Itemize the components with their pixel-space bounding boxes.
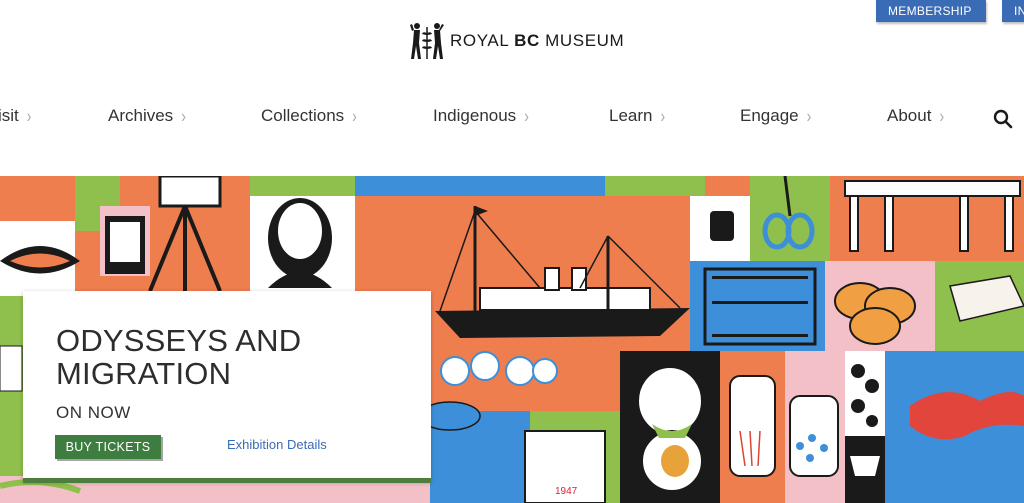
site-logo[interactable]: ROYAL BC MUSEUM (410, 20, 624, 62)
exhibition-card: ODYSSEYS AND MIGRATION ON NOW BUY TICKET… (23, 291, 431, 482)
chevron-right-icon: › (352, 105, 357, 127)
exhibition-title: ODYSSEYS AND MIGRATION (56, 323, 302, 391)
utility-button-partial[interactable]: IN (1002, 0, 1024, 22)
nav-item-about[interactable]: About › (887, 105, 945, 127)
nav-item-indigenous[interactable]: Indigenous › (433, 105, 529, 127)
buy-tickets-button[interactable]: BUY TICKETS (55, 435, 161, 459)
card-accent-bar (23, 478, 431, 483)
chevron-right-icon: › (26, 105, 32, 127)
logo-wordmark: ROYAL BC MUSEUM (450, 31, 625, 50)
exhibition-status: ON NOW (56, 403, 131, 422)
chevron-right-icon: › (181, 105, 186, 127)
chevron-right-icon: › (524, 105, 529, 127)
chevron-right-icon: › (939, 105, 945, 127)
nav-item-visit[interactable]: isit › (0, 105, 32, 127)
search-icon[interactable] (993, 109, 1013, 129)
main-nav: isit › Archives › Collections › Indigenous ›… (0, 106, 1024, 132)
membership-button[interactable]: MEMBERSHIP (876, 0, 986, 22)
stamp-year: 1947 (555, 486, 578, 497)
chevron-right-icon: › (806, 105, 812, 127)
nav-item-engage[interactable]: Engage › (740, 105, 812, 127)
exhibition-details-link[interactable]: Exhibition Details (227, 437, 327, 452)
figures-logo-icon (410, 23, 444, 59)
nav-item-archives[interactable]: Archives › (108, 105, 186, 127)
nav-item-learn[interactable]: Learn › (609, 105, 666, 127)
chevron-right-icon: › (660, 105, 666, 127)
nav-item-collections[interactable]: Collections › (261, 105, 357, 127)
